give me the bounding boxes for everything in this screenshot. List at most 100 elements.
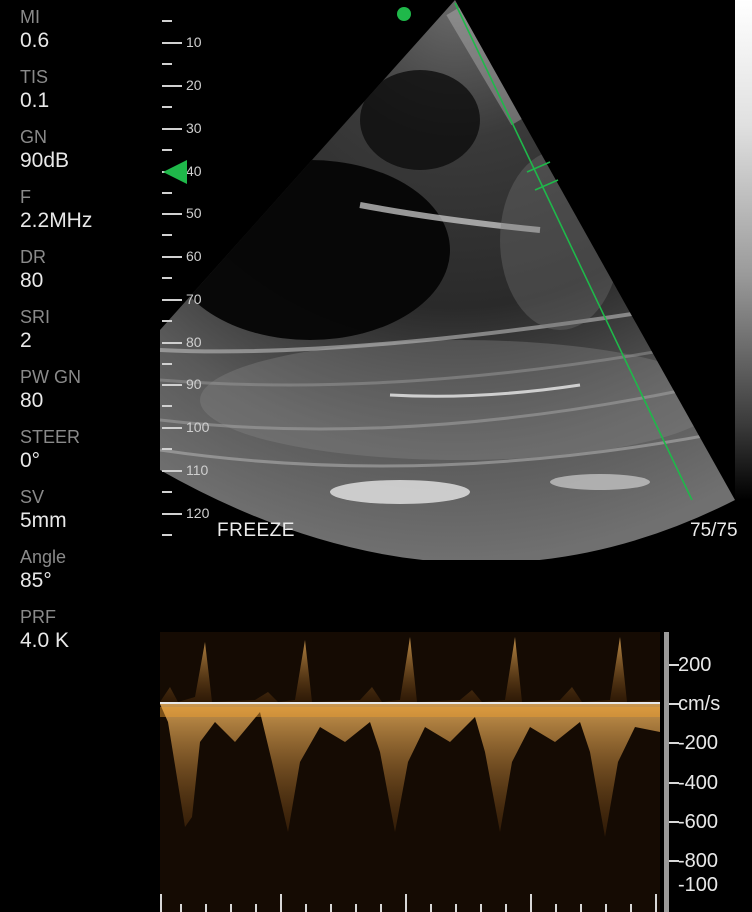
param-mi: MI 0.6 bbox=[20, 6, 150, 66]
depth-tick bbox=[162, 256, 182, 258]
depth-label: 120 bbox=[186, 505, 210, 521]
depth-tick bbox=[162, 470, 182, 472]
grayscale-bar bbox=[735, 0, 752, 500]
depth-tick bbox=[162, 405, 172, 407]
depth-tick bbox=[162, 427, 182, 429]
time-tick bbox=[455, 904, 457, 912]
depth-tick bbox=[162, 320, 172, 322]
param-pw-gain: PW GN 80 bbox=[20, 366, 150, 426]
param-label: SV bbox=[20, 487, 45, 507]
probe-orientation-dot-icon bbox=[397, 7, 411, 21]
depth-tick bbox=[162, 491, 172, 493]
param-label: PW GN bbox=[20, 367, 81, 387]
param-label: Angle bbox=[20, 547, 67, 567]
depth-tick bbox=[162, 513, 182, 515]
param-sample-volume: SV 5mm bbox=[20, 486, 150, 546]
velocity-scale-bar bbox=[664, 632, 669, 912]
velocity-label: -200 bbox=[678, 732, 719, 754]
param-label: MI bbox=[20, 7, 40, 27]
ultrasound-screen: MI 0.6 TIS 0.1 GN 90dB F 2.2MHz DR 80 SR… bbox=[0, 0, 752, 912]
time-tick bbox=[480, 904, 482, 912]
depth-tick bbox=[162, 363, 172, 365]
param-value: 90dB bbox=[20, 149, 70, 172]
depth-label: 60 bbox=[186, 248, 202, 264]
depth-label: 90 bbox=[186, 376, 202, 392]
tissue-texture bbox=[160, 4, 735, 504]
time-tick bbox=[330, 904, 332, 912]
depth-tick bbox=[162, 106, 172, 108]
param-value: 80 bbox=[20, 389, 44, 412]
depth-label: 20 bbox=[186, 77, 202, 93]
param-label: PRF bbox=[20, 607, 56, 627]
param-value: 2 bbox=[20, 329, 32, 352]
time-tick bbox=[205, 904, 207, 912]
parameter-panel: MI 0.6 TIS 0.1 GN 90dB F 2.2MHz DR 80 SR… bbox=[20, 6, 150, 666]
depth-label: 30 bbox=[186, 120, 202, 136]
time-tick bbox=[255, 904, 257, 912]
depth-scale: 10 20 30 40 50 60 70 80 90 100 110 120 bbox=[160, 0, 220, 540]
depth-label: 50 bbox=[186, 205, 202, 221]
depth-label: 70 bbox=[186, 291, 202, 307]
time-tick bbox=[530, 894, 532, 912]
param-sri: SRI 2 bbox=[20, 306, 150, 366]
depth-label: 110 bbox=[186, 462, 209, 478]
depth-label: 80 bbox=[186, 334, 202, 350]
focus-marker-triangle-left-icon[interactable] bbox=[163, 160, 187, 184]
depth-tick bbox=[162, 85, 182, 87]
depth-tick bbox=[162, 534, 172, 536]
time-tick bbox=[405, 894, 407, 912]
time-tick bbox=[180, 904, 182, 912]
param-frequency: F 2.2MHz bbox=[20, 186, 150, 246]
velocity-unit: cm/s bbox=[678, 693, 721, 715]
freeze-status: FREEZE bbox=[217, 520, 295, 541]
depth-label: 40 bbox=[186, 163, 202, 179]
depth-tick bbox=[162, 234, 172, 236]
velocity-label: -800 bbox=[678, 850, 719, 872]
time-tick bbox=[230, 904, 232, 912]
time-tick bbox=[355, 904, 357, 912]
depth-tick bbox=[162, 384, 182, 386]
frame-counter: 75/75 bbox=[690, 520, 738, 541]
depth-tick bbox=[162, 342, 182, 344]
time-axis bbox=[160, 892, 660, 912]
bmode-image bbox=[160, 0, 735, 560]
depth-tick bbox=[162, 277, 172, 279]
time-tick bbox=[630, 904, 632, 912]
depth-label: 100 bbox=[186, 419, 210, 435]
time-tick bbox=[160, 894, 162, 912]
time-tick bbox=[505, 904, 507, 912]
param-label: SRI bbox=[20, 307, 51, 327]
param-tis: TIS 0.1 bbox=[20, 66, 150, 126]
depth-tick bbox=[162, 448, 172, 450]
time-tick bbox=[430, 904, 432, 912]
time-tick bbox=[380, 904, 382, 912]
param-label: TIS bbox=[20, 67, 49, 87]
depth-label: 10 bbox=[186, 34, 202, 50]
param-value: 5mm bbox=[20, 509, 67, 532]
depth-tick bbox=[162, 149, 172, 151]
param-label: STEER bbox=[20, 427, 81, 447]
velocity-label: -400 bbox=[678, 772, 719, 794]
param-value: 0° bbox=[20, 449, 41, 472]
time-tick bbox=[305, 904, 307, 912]
param-label: F bbox=[20, 187, 31, 207]
velocity-label: 200 bbox=[678, 654, 712, 676]
time-tick bbox=[655, 894, 657, 912]
param-value: 0.6 bbox=[20, 29, 50, 52]
depth-tick bbox=[162, 213, 182, 215]
doppler-spectrum bbox=[160, 632, 660, 912]
param-dynamic-range: DR 80 bbox=[20, 246, 150, 306]
depth-tick bbox=[162, 299, 182, 301]
param-value: 85° bbox=[20, 569, 52, 592]
depth-tick bbox=[162, 63, 172, 65]
param-value: 4.0 K bbox=[20, 629, 70, 652]
depth-tick bbox=[162, 192, 172, 194]
param-label: GN bbox=[20, 127, 47, 147]
time-tick bbox=[580, 904, 582, 912]
param-angle: Angle 85° bbox=[20, 546, 150, 606]
param-gain: GN 90dB bbox=[20, 126, 150, 186]
velocity-label: -100 bbox=[678, 874, 719, 896]
param-value: 2.2MHz bbox=[20, 209, 93, 232]
depth-tick bbox=[162, 128, 182, 130]
time-tick bbox=[280, 894, 282, 912]
